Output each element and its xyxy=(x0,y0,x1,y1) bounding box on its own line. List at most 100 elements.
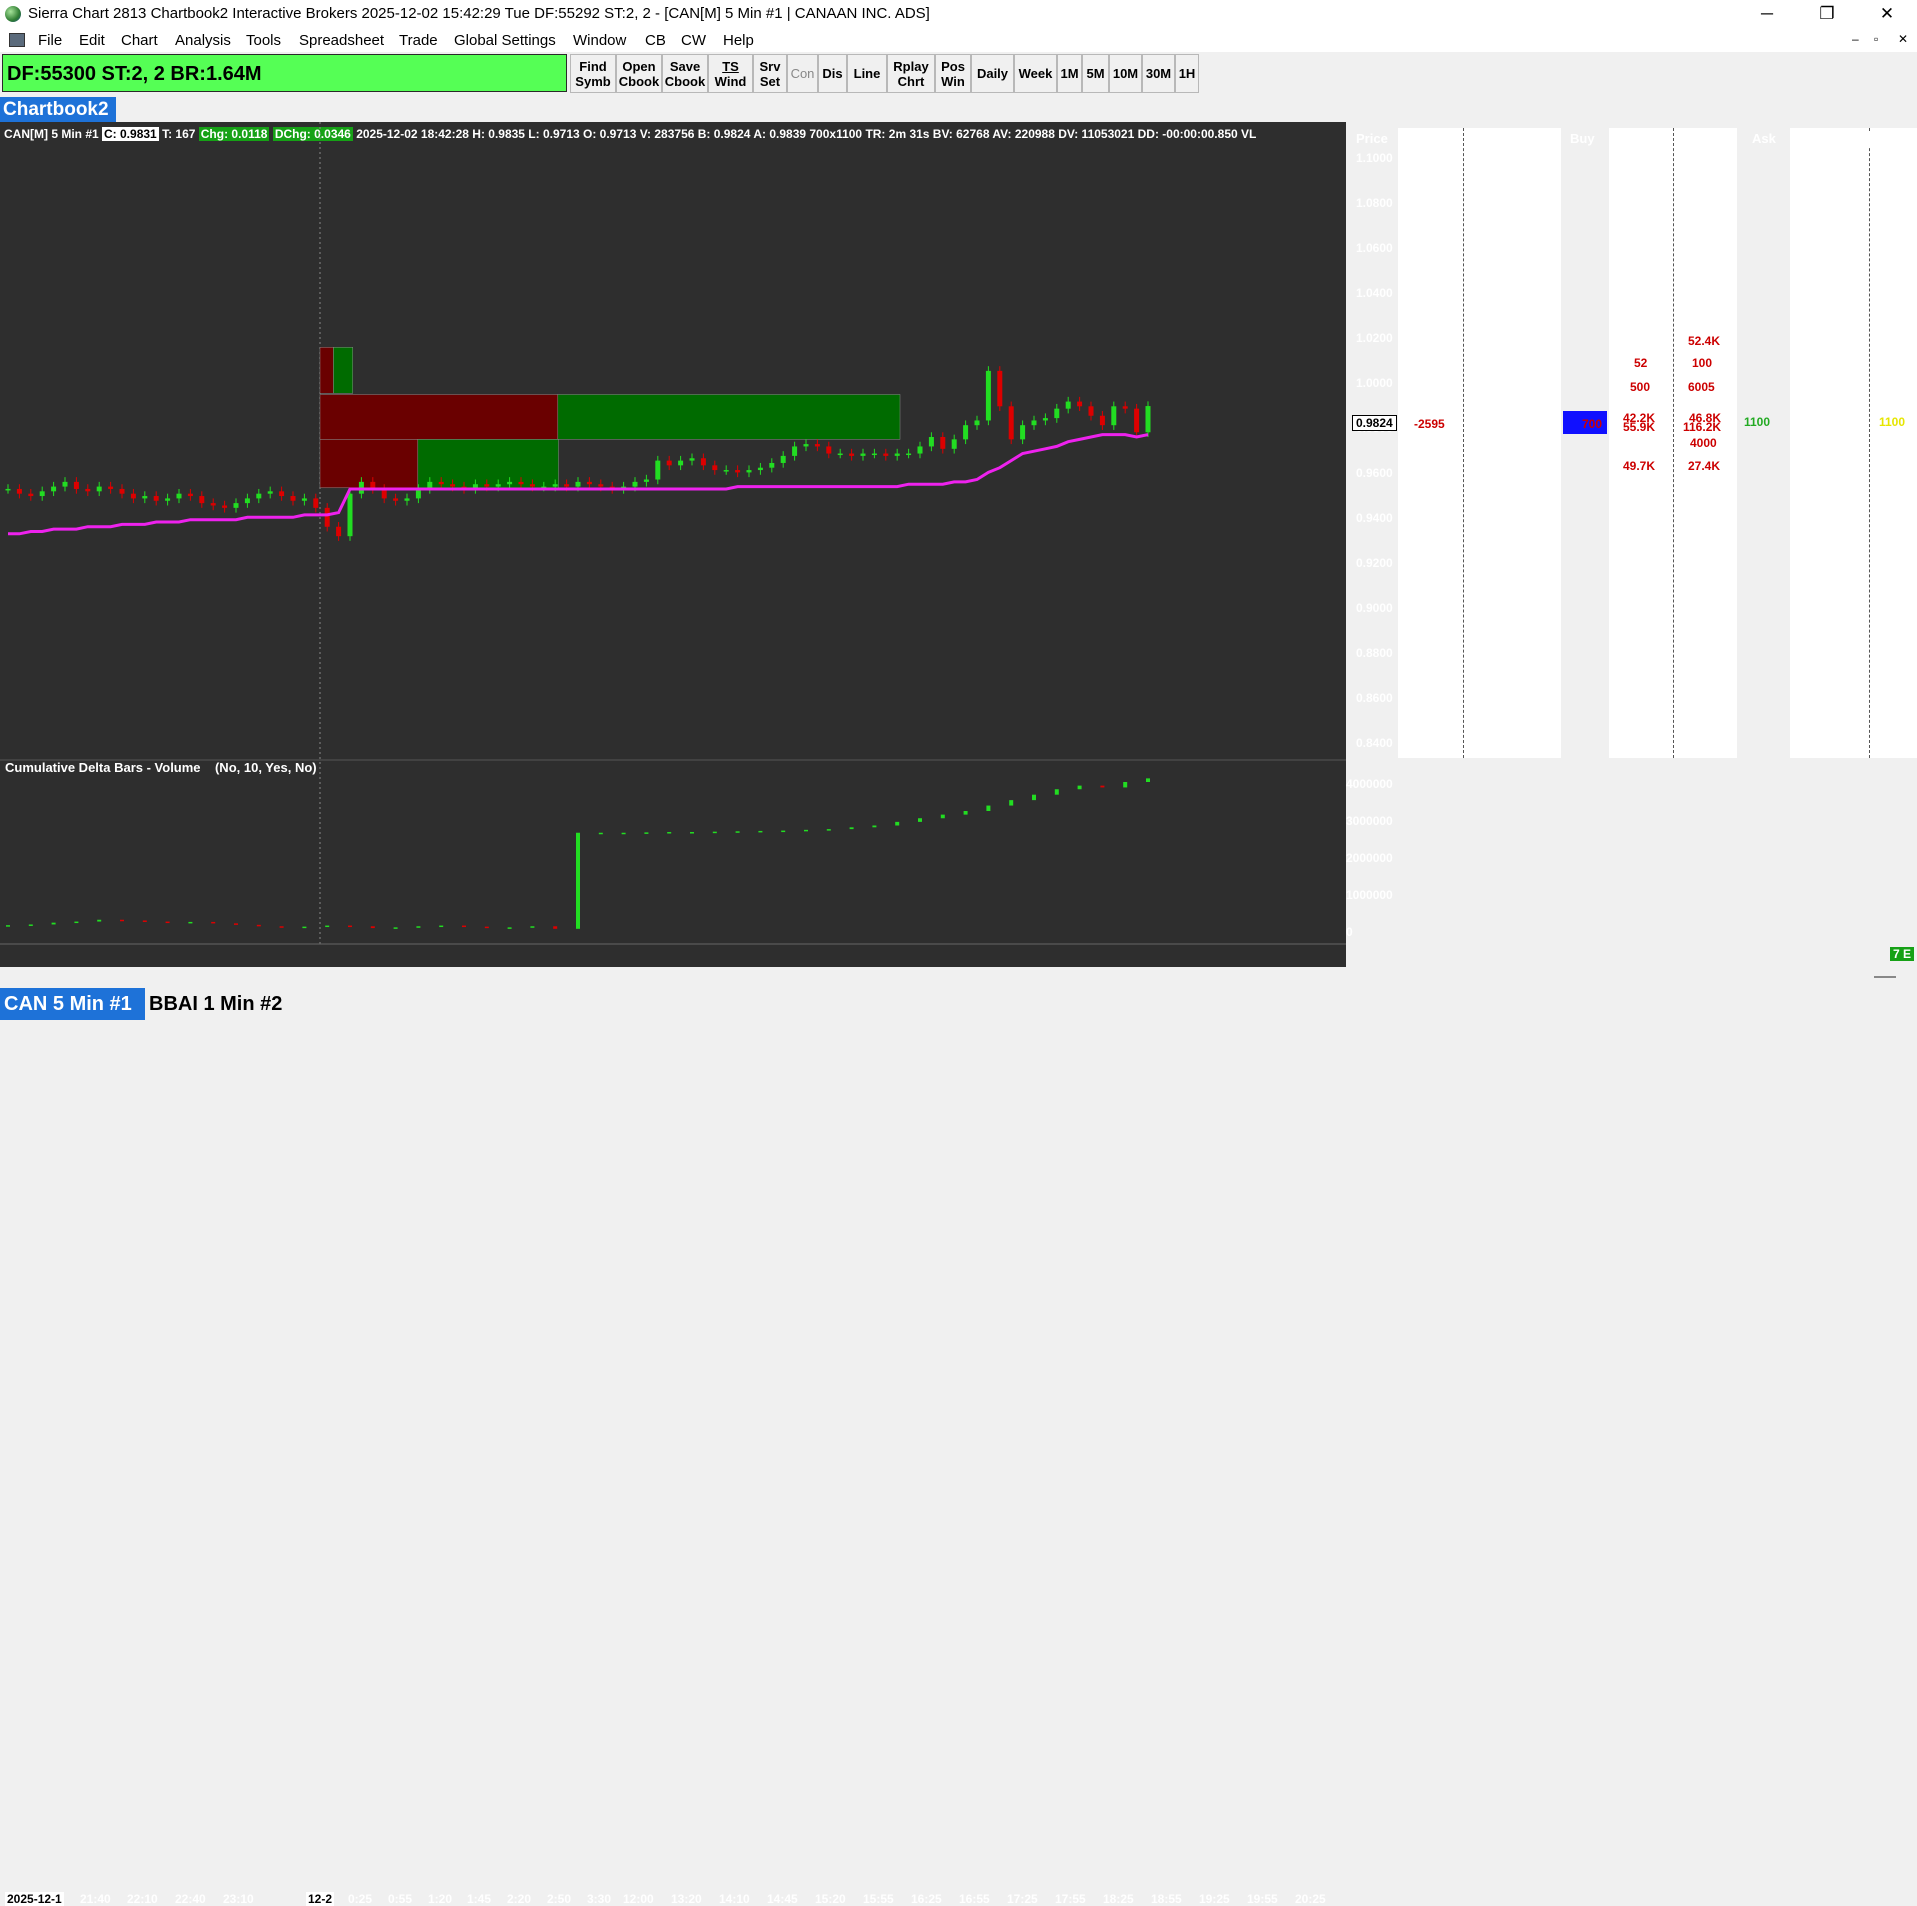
time-label: 1:45 xyxy=(467,1892,492,1906)
candle-body xyxy=(963,425,969,440)
dom-header-rav[interactable]: RAV xyxy=(1688,131,1721,148)
menu-trade[interactable]: Trade xyxy=(399,32,438,49)
button-line: 1M xyxy=(1060,66,1079,81)
delta-bar xyxy=(667,832,672,834)
mdi-minimize-button[interactable]: ‒ xyxy=(1852,32,1859,46)
candle-body xyxy=(1099,415,1105,426)
menu-global-settings[interactable]: Global Settings xyxy=(454,32,556,49)
chartbook-tab[interactable]: Chartbook2 xyxy=(0,97,116,122)
interval-10m-button[interactable]: 10M xyxy=(1109,54,1142,93)
menu-cw[interactable]: CW xyxy=(681,32,706,49)
delta-bar xyxy=(986,805,991,811)
price-chart[interactable] xyxy=(0,122,1346,973)
line-tool-button[interactable]: Line xyxy=(847,54,887,93)
current-price-label: 0.9824 xyxy=(1352,415,1397,431)
tab-bbai-1min[interactable]: BBAI 1 Min #2 xyxy=(145,988,298,1020)
tab-can-5min[interactable]: CAN 5 Min #1 xyxy=(0,988,145,1020)
dom-header-price[interactable]: Price xyxy=(1356,131,1388,146)
open-chartbook-button[interactable]: Open Cbook xyxy=(616,54,662,93)
chart-window-icon[interactable] xyxy=(9,33,25,47)
dom-header-buy[interactable]: Buy xyxy=(1570,131,1595,146)
time-label: 2:20 xyxy=(507,1892,532,1906)
rbv-value: 500 xyxy=(1630,380,1651,394)
maximize-button[interactable]: ❐ xyxy=(1804,0,1850,28)
rbv-column[interactable] xyxy=(1609,128,1674,758)
menu-tools[interactable]: Tools xyxy=(246,32,281,49)
button-line: Pos xyxy=(941,58,965,74)
menu-spreadsheet[interactable]: Spreadsheet xyxy=(299,32,384,49)
button-line: Find xyxy=(579,58,607,74)
ask-st-column[interactable] xyxy=(1870,128,1917,758)
minimize-button[interactable]: ─ xyxy=(1744,0,1790,28)
time-label: 22:10 xyxy=(127,1892,158,1906)
dom-header-bid-m-order[interactable]: Bid M order xyxy=(1471,131,1550,148)
menu-edit[interactable]: Edit xyxy=(79,32,105,49)
delta-bar xyxy=(530,926,535,928)
scroll-thumb[interactable] xyxy=(1874,976,1896,978)
candle-body xyxy=(51,486,57,492)
time-label: 15:55 xyxy=(863,1892,894,1906)
close-button[interactable]: ✕ xyxy=(1864,0,1910,28)
delta-bar xyxy=(621,832,626,835)
time-sales-window-button[interactable]: TS Wind xyxy=(708,54,753,93)
daily-button[interactable]: Daily xyxy=(971,54,1014,93)
delta-bar xyxy=(1077,785,1082,790)
dom-header-bid-st[interactable]: Bid St xyxy=(1410,131,1454,148)
connect-button[interactable]: Con xyxy=(787,54,818,93)
interval-5m-button[interactable]: 5M xyxy=(1082,54,1109,93)
delta-bar xyxy=(872,825,877,828)
price-label: 1.0800 xyxy=(1356,196,1393,210)
candle-body xyxy=(153,496,159,501)
find-symbol-button[interactable]: Find Symb xyxy=(570,54,616,93)
position-window-button[interactable]: Pos Win xyxy=(935,54,971,93)
bid-m-order-column[interactable] xyxy=(1464,128,1561,758)
bid-st-value: -2595 xyxy=(1414,417,1445,431)
candle-body xyxy=(643,479,649,482)
delta-bar xyxy=(28,924,33,926)
menu-cb[interactable]: CB xyxy=(645,32,666,49)
rav-value: 52.4K xyxy=(1688,334,1721,348)
disconnect-button[interactable]: Dis xyxy=(818,54,847,93)
delta-bar xyxy=(370,926,375,929)
ask-m-order-column[interactable] xyxy=(1790,128,1870,758)
dom-header-ask-m-order[interactable]: Ask M order xyxy=(1790,131,1872,148)
menu-analysis[interactable]: Analysis xyxy=(175,32,231,49)
mdi-restore-button[interactable]: ▫ xyxy=(1874,32,1878,46)
volume-profile-buy-bar xyxy=(417,439,559,489)
candle-body xyxy=(165,498,171,501)
dom-header-ask[interactable]: Ask xyxy=(1752,131,1776,146)
candle-body xyxy=(906,453,912,456)
candle-body xyxy=(1008,406,1014,440)
dom-header-rbv[interactable]: RBV xyxy=(1624,131,1658,148)
candle-body xyxy=(997,370,1003,407)
candle-body xyxy=(5,488,11,491)
dom-header-ask-st[interactable]: Ask St xyxy=(1869,131,1916,148)
rav-value: 6005 xyxy=(1688,380,1715,394)
replay-chart-button[interactable]: Rplay Chrt xyxy=(887,54,935,93)
mdi-close-button[interactable]: ✕ xyxy=(1898,32,1908,46)
delta-bar xyxy=(325,925,330,928)
time-label: 12-2 xyxy=(306,1892,335,1906)
candle-body xyxy=(974,420,980,426)
price-label: 1.0400 xyxy=(1356,286,1393,300)
time-axis[interactable]: 2025-12-1 21:40 22:10 22:40 23:10 12-2 0… xyxy=(0,945,1346,1906)
interval-1m-button[interactable]: 1M xyxy=(1057,54,1082,93)
horizontal-scrollbar[interactable] xyxy=(0,967,1917,988)
candle-body xyxy=(723,470,729,472)
menu-chart[interactable]: Chart xyxy=(121,32,158,49)
delta-bar xyxy=(120,919,124,922)
time-label: 15:20 xyxy=(815,1892,846,1906)
save-chartbook-button[interactable]: Save Cbook xyxy=(662,54,708,93)
buy-value: 700 xyxy=(1582,417,1603,431)
candle-body xyxy=(586,481,592,485)
delta-bar xyxy=(234,923,238,925)
menu-window[interactable]: Window xyxy=(573,32,626,49)
week-button[interactable]: Week xyxy=(1014,54,1057,93)
interval-30m-button[interactable]: 30M xyxy=(1142,54,1175,93)
interval-1h-button[interactable]: 1H xyxy=(1175,54,1199,93)
bid-st-column[interactable] xyxy=(1398,128,1464,758)
price-label: 1.0000 xyxy=(1356,376,1393,390)
menu-help[interactable]: Help xyxy=(723,32,754,49)
server-settings-button[interactable]: Srv Set xyxy=(753,54,787,93)
menu-file[interactable]: File xyxy=(38,32,62,49)
